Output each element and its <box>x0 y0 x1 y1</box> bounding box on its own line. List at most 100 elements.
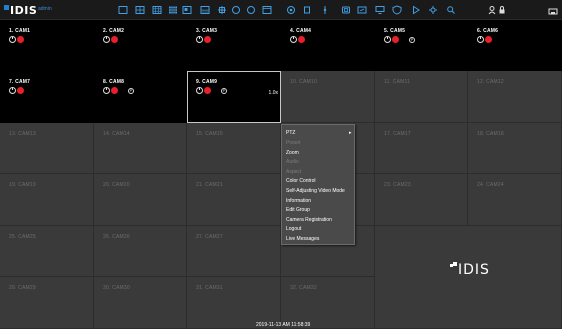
camera-tile[interactable]: 30. CAM30 <box>94 277 187 329</box>
ptz-icon: P <box>409 36 415 43</box>
camera-status-icons <box>9 36 24 43</box>
camera-title: 30. CAM30 <box>103 285 130 291</box>
record-status-icon <box>196 36 203 43</box>
camera-title: 6. CAM6 <box>477 28 499 34</box>
alarm-indicator-icon <box>17 87 24 94</box>
layout-4x4-icon[interactable] <box>168 5 178 15</box>
menu-item-ptz[interactable]: PTZ <box>286 130 295 136</box>
copy-icon[interactable] <box>357 5 367 15</box>
context-menu: PTZ ▸ Preset Zoom Audio Aspect Color Control Se… <box>281 124 355 245</box>
camera-title: 3. CAM3 <box>196 28 218 34</box>
menu-item-logout[interactable]: Logout <box>286 226 301 232</box>
layout-custom-icon[interactable] <box>182 5 192 15</box>
alarm-indicator-icon <box>204 87 211 94</box>
camera-title: 12. CAM12 <box>477 79 504 85</box>
camera-tile[interactable]: 13. CAM13 <box>0 123 94 174</box>
menu-item-zoom[interactable]: Zoom <box>286 150 299 156</box>
camera-title: 27. CAM27 <box>196 234 223 240</box>
camera-icon[interactable] <box>302 5 312 15</box>
camera-title: 5. CAM5 <box>384 28 406 34</box>
monitor-icon[interactable] <box>262 5 272 15</box>
camera-tile[interactable]: 10. CAM10 <box>281 71 375 123</box>
lock-icon[interactable] <box>497 5 507 15</box>
camera-title: 20. CAM20 <box>103 182 130 188</box>
camera-tile[interactable]: 15. CAM15 <box>187 123 281 174</box>
status-datetime: 2019-11-13 AM 11:58:39 <box>256 322 311 328</box>
menu-item-camera-registration[interactable]: Camera Registration <box>286 217 332 223</box>
alarm-indicator-icon <box>111 36 118 43</box>
camera-title: 29. CAM29 <box>9 285 36 291</box>
menu-item-information[interactable]: Information <box>286 198 311 204</box>
camera-title: 18. CAM18 <box>477 131 504 137</box>
camera-title: 19. CAM19 <box>9 182 36 188</box>
layout-3x3-icon[interactable] <box>152 5 162 15</box>
search-icon[interactable] <box>446 5 456 15</box>
camera-tile[interactable]: 21. CAM21 <box>187 174 281 226</box>
camera-tile[interactable]: 26. CAM26 <box>94 226 187 277</box>
camera-tile[interactable]: 23. CAM23 <box>375 174 468 226</box>
camera-tile[interactable]: 5. CAM5 P <box>375 20 468 71</box>
camera-status-icons: P <box>196 87 227 94</box>
camera-title: 25. CAM25 <box>9 234 36 240</box>
camera-tile[interactable]: 19. CAM19 <box>0 174 94 226</box>
alarm-indicator-icon <box>298 36 305 43</box>
user-icon[interactable] <box>487 5 497 15</box>
camera-status-icons: P <box>103 87 134 94</box>
camera-tile[interactable]: 7. CAM7 <box>0 71 94 123</box>
user-name[interactable]: admin <box>38 6 52 12</box>
logo-mark <box>4 4 9 10</box>
camera-tile[interactable]: 1. CAM1 <box>0 20 94 71</box>
minimize-icon[interactable] <box>548 6 558 16</box>
record-status-icon <box>103 87 110 94</box>
settings-icon[interactable] <box>428 5 438 15</box>
camera-tile[interactable]: 27. CAM27 <box>187 226 281 277</box>
circle-outline-icon[interactable] <box>246 5 256 15</box>
layout-1x1-icon[interactable] <box>118 5 128 15</box>
layout-2x2-icon[interactable] <box>135 5 145 15</box>
menu-item-self-adjusting-video-mode[interactable]: Self-Adjusting Video Mode <box>286 188 345 194</box>
camera-tile[interactable]: 9. CAM9 P 1.0x <box>187 71 281 123</box>
camera-tile[interactable]: 29. CAM29 <box>0 277 94 329</box>
camera-tile[interactable]: 24. CAM24 <box>468 174 562 226</box>
camera-tile[interactable]: 8. CAM8 P <box>94 71 187 123</box>
ptz-icon: P <box>221 87 227 94</box>
zoom-level: 1.0x <box>268 90 278 96</box>
menu-item-color-control[interactable]: Color Control <box>286 178 315 184</box>
play-icon[interactable] <box>411 5 421 15</box>
camera-title: 9. CAM9 <box>196 79 218 85</box>
camera-status-icons <box>196 36 211 43</box>
group-icon[interactable] <box>320 5 330 15</box>
camera-status-icons <box>477 36 492 43</box>
shield-icon[interactable] <box>392 5 402 15</box>
camera-tile[interactable]: 2. CAM2 <box>94 20 187 71</box>
camera-status-icons <box>290 36 305 43</box>
camera-tile[interactable]: 25. CAM25 <box>0 226 94 277</box>
camera-tile[interactable]: 20. CAM20 <box>94 174 187 226</box>
camera-title: 15. CAM15 <box>196 131 223 137</box>
camera-title: 26. CAM26 <box>103 234 130 240</box>
camera-status-icons <box>103 36 118 43</box>
camera-tile[interactable]: 3. CAM3 <box>187 20 281 71</box>
camera-tile[interactable]: 12. CAM12 <box>468 71 562 123</box>
menu-item-live-messages[interactable]: Live Messages <box>286 236 319 242</box>
camera-title: 23. CAM23 <box>384 182 411 188</box>
camera-tile[interactable]: 17. CAM17 <box>375 123 468 174</box>
circle-outline-icon[interactable] <box>231 5 241 15</box>
menu-item-edit-group[interactable]: Edit Group <box>286 207 310 213</box>
toolbar: IDIS admin <box>0 0 562 20</box>
alarm-icon[interactable] <box>341 5 351 15</box>
ptz-icon: P <box>128 87 134 94</box>
camera-tile[interactable]: 18. CAM18 <box>468 123 562 174</box>
camera-tile[interactable]: 14. CAM14 <box>94 123 187 174</box>
camera-status-icons: P <box>384 36 415 43</box>
camera-title: 4. CAM4 <box>290 28 312 34</box>
layout-6x6-icon[interactable] <box>217 5 227 15</box>
camera-title: 14. CAM14 <box>103 131 130 137</box>
camera-tile[interactable]: 6. CAM6 <box>468 20 562 71</box>
screen-icon[interactable] <box>375 5 385 15</box>
layout-5x5-icon[interactable] <box>200 5 210 15</box>
camera-tile[interactable]: 11. CAM11 <box>375 71 468 123</box>
camera-tile[interactable]: 4. CAM4 <box>281 20 375 71</box>
camera-title: 32. CAM32 <box>290 285 317 291</box>
pin-icon[interactable] <box>286 5 296 15</box>
